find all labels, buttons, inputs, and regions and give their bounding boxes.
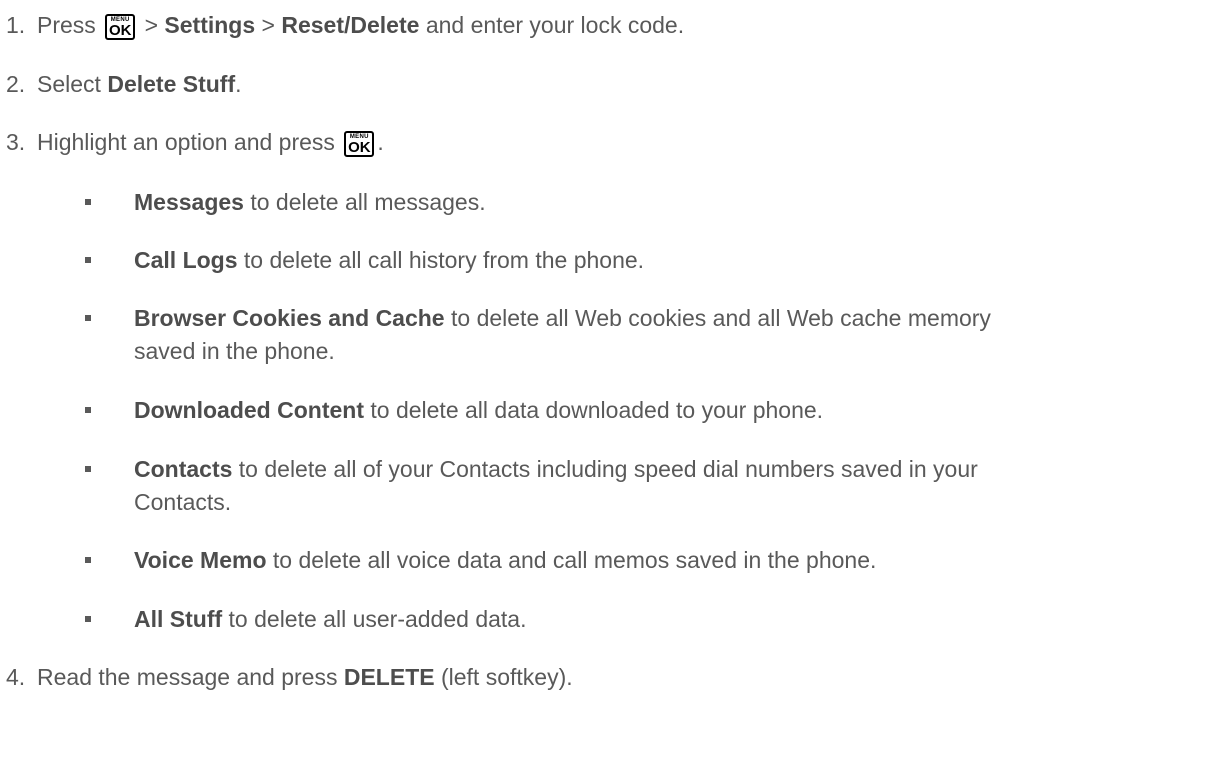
menu-ok-key-icon: MENU OK: [344, 131, 375, 157]
bullet-icon: [85, 616, 91, 622]
step-text: Highlight an option and press MENU OK.: [37, 129, 384, 157]
bullet-icon: [85, 466, 91, 472]
option-label: Voice Memo: [134, 547, 267, 573]
menu-path-reset-delete: Reset/Delete: [281, 12, 420, 38]
bullet-icon: [85, 557, 91, 563]
step-number: 4.: [6, 664, 26, 690]
menu-ok-key-icon: MENU OK: [105, 14, 136, 40]
menu-path-settings: Settings: [164, 12, 256, 38]
option-label: Messages: [134, 189, 244, 215]
menu-item-delete-stuff: Delete Stuff: [107, 71, 236, 97]
step-number: 1.: [6, 12, 26, 38]
step-text: Press MENU OK > Settings > Reset/Delete a…: [37, 12, 685, 40]
bullet-icon: [85, 315, 91, 321]
bullet-icon: [85, 257, 91, 263]
option-label: Contacts: [134, 456, 233, 482]
option-label: All Stuff: [134, 606, 223, 632]
softkey-delete: DELETE: [343, 664, 435, 690]
step-text: Read the message and press DELETE (left …: [37, 664, 573, 690]
bullet-icon: [85, 199, 91, 205]
option-label: Browser Cookies and Cache: [134, 305, 445, 331]
bullet-icon: [85, 407, 91, 413]
step-number: 2.: [6, 71, 26, 97]
option-label: Downloaded Content: [134, 397, 364, 423]
step-text: Select Delete Stuff.: [37, 71, 242, 97]
option-label: Call Logs: [134, 247, 238, 273]
step-number: 3.: [6, 129, 26, 155]
